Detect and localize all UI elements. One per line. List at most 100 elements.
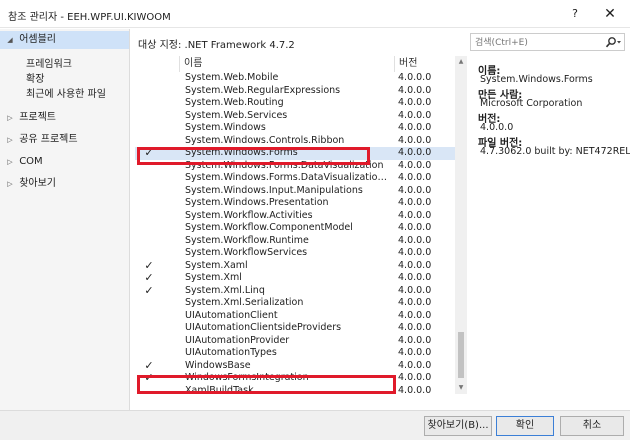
row-name[interactable]: System.Xaml <box>185 260 391 273</box>
sidebar-item-browse[interactable]: ▷ 찾아보기 <box>0 175 56 193</box>
row-name[interactable]: System.Windows <box>185 122 391 135</box>
row-checkbox[interactable]: ✓ <box>143 147 155 159</box>
row-name[interactable]: XamlBuildTask <box>185 385 391 398</box>
row-name[interactable]: WindowsFormsIntegration <box>185 372 391 385</box>
row-checkbox[interactable] <box>143 122 155 134</box>
row-checkbox[interactable] <box>143 235 155 247</box>
sidebar-item-assemblies[interactable]: ◢ 어셈블리 <box>0 31 129 49</box>
sidebar-item-shared-projects[interactable]: ▷ 공유 프로젝트 <box>0 131 77 149</box>
list-item[interactable]: ✓ System.Xml 4.0.0.0 <box>135 272 455 285</box>
row-name[interactable]: System.Xml <box>185 272 391 285</box>
row-checkbox[interactable] <box>143 335 155 347</box>
row-checkbox[interactable]: ✓ <box>143 260 155 272</box>
row-name[interactable]: System.Windows.Input.Manipulations <box>185 185 391 198</box>
row-name[interactable]: System.Web.Services <box>185 110 391 123</box>
list-item[interactable]: ✓ System.Xml.Linq 4.0.0.0 <box>135 285 455 298</box>
close-button[interactable]: ✕ <box>600 4 620 24</box>
row-name[interactable]: WindowsBase <box>185 360 391 373</box>
sidebar-subitem-framework[interactable]: 프레임워크 <box>26 58 72 72</box>
list-item[interactable]: System.Windows.Presentation 4.0.0.0 <box>135 197 455 210</box>
row-name[interactable]: UIAutomationProvider <box>185 335 391 348</box>
list-item[interactable]: System.Workflow.Activities 4.0.0.0 <box>135 210 455 223</box>
list-item[interactable]: System.Windows.Forms.DataVisualization 4.… <box>135 160 455 173</box>
list-item[interactable]: ✓ WindowsBase 4.0.0.0 <box>135 360 455 373</box>
row-checkbox[interactable] <box>143 110 155 122</box>
row-checkbox[interactable] <box>143 135 155 147</box>
list-item[interactable]: System.Windows.Input.Manipulations 4.0.0.… <box>135 185 455 198</box>
list-item[interactable]: System.WorkflowServices 4.0.0.0 <box>135 247 455 260</box>
row-name[interactable]: System.Windows.Presentation <box>185 197 391 210</box>
row-checkbox[interactable] <box>143 297 155 309</box>
row-checkbox[interactable]: ✓ <box>143 372 155 384</box>
row-checkbox[interactable] <box>143 210 155 222</box>
list-item[interactable]: ✓ WindowsFormsIntegration 4.0.0.0 <box>135 372 455 385</box>
row-name[interactable]: System.Workflow.ComponentModel <box>185 222 391 235</box>
row-name[interactable]: System.Workflow.Runtime <box>185 235 391 248</box>
row-name[interactable]: UIAutomationClientsideProviders <box>185 322 391 335</box>
row-name[interactable]: System.Windows.Forms <box>185 147 391 160</box>
cancel-button[interactable]: 취소 <box>560 416 624 436</box>
row-name[interactable]: System.Web.RegularExpressions <box>185 85 391 98</box>
list-item[interactable]: UIAutomationProvider 4.0.0.0 <box>135 335 455 348</box>
row-checkbox[interactable] <box>143 97 155 109</box>
row-checkbox[interactable] <box>143 222 155 234</box>
search-box[interactable] <box>470 33 625 51</box>
row-checkbox[interactable] <box>143 172 155 184</box>
search-icon[interactable] <box>605 36 623 49</box>
sidebar-subitem-recent[interactable]: 최근에 사용한 파일 <box>26 88 106 102</box>
list-item[interactable]: System.Workflow.ComponentModel 4.0.0.0 <box>135 222 455 235</box>
row-name[interactable]: UIAutomationTypes <box>185 347 391 360</box>
row-name[interactable]: System.Windows.Controls.Ribbon <box>185 135 391 148</box>
list-item[interactable]: UIAutomationClientsideProviders 4.0.0.0 <box>135 322 455 335</box>
row-checkbox[interactable]: ✓ <box>143 272 155 284</box>
row-checkbox[interactable] <box>143 85 155 97</box>
list-item[interactable]: System.Workflow.Runtime 4.0.0.0 <box>135 235 455 248</box>
list-item[interactable]: System.Xml.Serialization 4.0.0.0 <box>135 297 455 310</box>
list-item[interactable]: System.Web.Routing 4.0.0.0 <box>135 97 455 110</box>
row-name[interactable]: System.Xml.Serialization <box>185 297 391 310</box>
row-checkbox[interactable] <box>143 310 155 322</box>
row-checkbox[interactable]: ✓ <box>143 285 155 297</box>
row-checkbox[interactable] <box>143 185 155 197</box>
scroll-thumb[interactable] <box>458 332 464 378</box>
help-button[interactable]: ? <box>566 5 584 23</box>
sidebar-item-com[interactable]: ▷ COM <box>0 153 42 171</box>
list-item[interactable]: UIAutomationTypes 4.0.0.0 <box>135 347 455 360</box>
row-checkbox[interactable] <box>143 322 155 334</box>
row-name[interactable]: System.Xml.Linq <box>185 285 391 298</box>
list-scrollbar[interactable]: ▲ ▼ <box>455 56 467 394</box>
row-checkbox[interactable] <box>143 347 155 359</box>
scroll-down-arrow-icon[interactable]: ▼ <box>455 382 467 394</box>
row-checkbox[interactable] <box>143 197 155 209</box>
search-input[interactable] <box>475 36 595 49</box>
row-name[interactable]: UIAutomationClient <box>185 310 391 323</box>
sidebar-item-projects[interactable]: ▷ 프로젝트 <box>0 109 56 127</box>
list-item[interactable]: System.Windows 4.0.0.0 <box>135 122 455 135</box>
row-name[interactable]: System.Windows.Forms.DataVisualization <box>185 160 391 173</box>
row-name[interactable]: System.Web.Mobile <box>185 72 391 85</box>
row-checkbox[interactable] <box>143 385 155 397</box>
column-header-version[interactable]: 버전 <box>394 56 454 72</box>
list-item[interactable]: System.Web.Services 4.0.0.0 <box>135 110 455 123</box>
row-name[interactable]: System.Web.Routing <box>185 97 391 110</box>
scroll-up-arrow-icon[interactable]: ▲ <box>455 56 467 68</box>
row-name[interactable]: System.Workflow.Activities <box>185 210 391 223</box>
row-checkbox[interactable] <box>143 72 155 84</box>
row-name[interactable]: System.WorkflowServices <box>185 247 391 260</box>
list-item[interactable]: UIAutomationClient 4.0.0.0 <box>135 310 455 323</box>
list-item[interactable]: System.Web.RegularExpressions 4.0.0.0 <box>135 85 455 98</box>
row-name[interactable]: System.Windows.Forms.DataVisualization.D… <box>185 172 391 185</box>
ok-button[interactable]: 확인 <box>496 416 554 436</box>
list-item[interactable]: ✓ System.Xaml 4.0.0.0 <box>135 260 455 273</box>
sidebar-subitem-extensions[interactable]: 확장 <box>26 73 44 87</box>
list-item[interactable]: System.Windows.Forms.DataVisualization.D… <box>135 172 455 185</box>
list-item[interactable]: System.Windows.Controls.Ribbon 4.0.0.0 <box>135 135 455 148</box>
row-checkbox[interactable]: ✓ <box>143 360 155 372</box>
row-checkbox[interactable] <box>143 247 155 259</box>
list-item[interactable]: XamlBuildTask 4.0.0.0 <box>135 385 455 398</box>
list-item[interactable]: ✓ System.Windows.Forms 4.0.0.0 <box>135 147 455 160</box>
list-item[interactable]: System.Web.Mobile 4.0.0.0 <box>135 72 455 85</box>
browse-button[interactable]: 찾아보기(B)... <box>424 416 492 436</box>
column-header-name[interactable]: 이름 <box>179 56 394 72</box>
row-checkbox[interactable] <box>143 160 155 172</box>
